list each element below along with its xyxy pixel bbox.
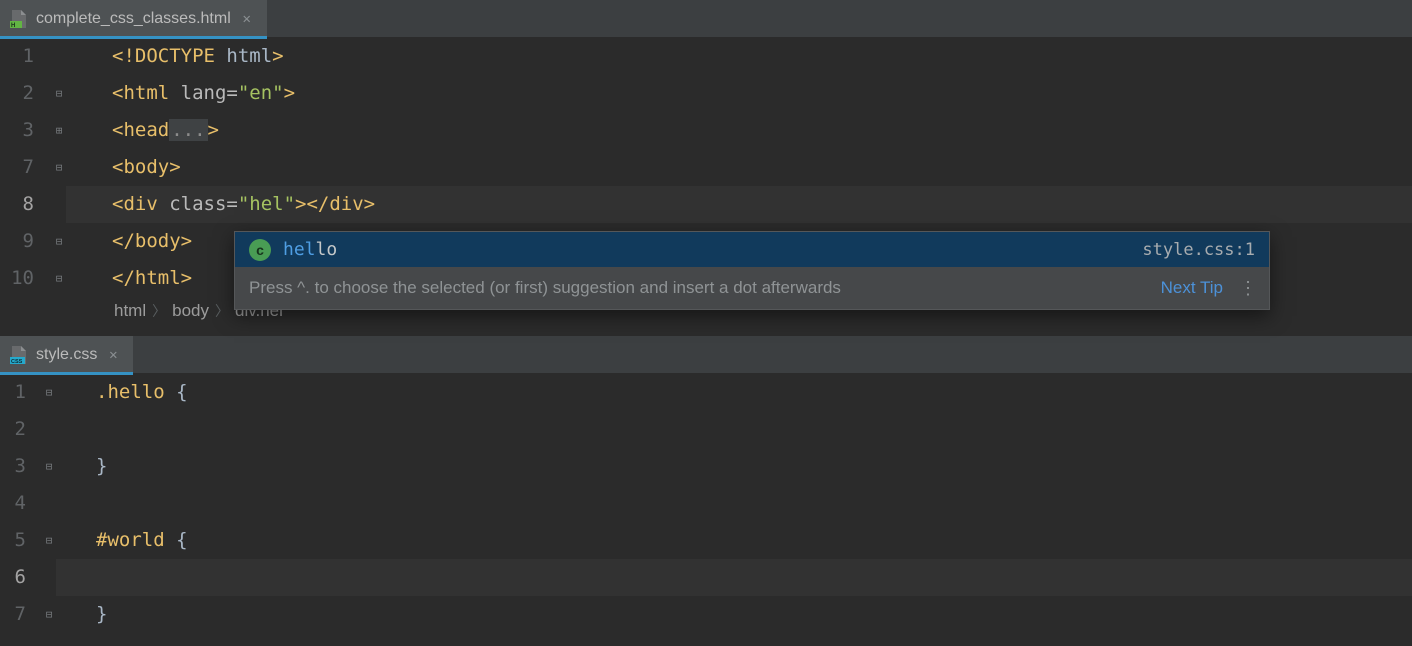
code-token: <body> — [112, 156, 181, 178]
code-token: ></div> — [295, 193, 375, 215]
code-token: <html — [112, 82, 181, 104]
svg-text:H: H — [11, 23, 15, 29]
completion-hint: Press ^. to choose the selected (or firs… — [249, 278, 1145, 298]
code-token: { — [165, 381, 188, 403]
tab-bar-css: CSS style.css ✕ — [0, 336, 1412, 374]
code-token: "hel" — [238, 193, 295, 215]
gutter-css: 1 2 3 4 5 6 7 — [0, 374, 42, 633]
css-file-icon: CSS — [10, 345, 28, 365]
css-editor[interactable]: 1 2 3 4 5 6 7 ⊟ ⊟ ⊟ ⊟ .hello { } #world … — [0, 374, 1412, 633]
line-number: 7 — [0, 596, 26, 633]
fold-toggle-icon[interactable]: ⊟ — [56, 75, 63, 112]
tab-label-css: style.css — [36, 346, 97, 364]
line-number: 8 — [0, 186, 34, 223]
fold-end-icon: ⊟ — [56, 260, 63, 297]
code-token: "en" — [238, 82, 284, 104]
folded-placeholder[interactable]: ... — [169, 119, 207, 141]
code-token: DOCTYPE — [135, 45, 227, 67]
code-token: html — [226, 45, 272, 67]
code-token: lang= — [181, 82, 238, 104]
tab-label-html: complete_css_classes.html — [36, 10, 231, 28]
line-number: 2 — [0, 411, 26, 448]
code-token: </html> — [112, 267, 192, 289]
line-number: 4 — [0, 485, 26, 522]
breadcrumb-body[interactable]: body — [172, 301, 209, 321]
code-token: <div — [112, 193, 169, 215]
tab-css-file[interactable]: CSS style.css ✕ — [0, 336, 133, 373]
code-token: </body> — [112, 230, 192, 252]
completion-location: style.css:1 — [1142, 240, 1255, 260]
close-icon[interactable]: ✕ — [239, 11, 255, 27]
html-file-icon: H — [10, 9, 28, 29]
code-token: > — [284, 82, 295, 104]
next-tip-link[interactable]: Next Tip — [1161, 278, 1223, 298]
line-number: 3 — [0, 448, 26, 485]
line-number: 1 — [0, 374, 26, 411]
code-token: class= — [169, 193, 238, 215]
code-area-css[interactable]: .hello { } #world { } — [56, 374, 1412, 633]
fold-column-css: ⊟ ⊟ ⊟ ⊟ — [42, 374, 56, 633]
close-icon[interactable]: ✕ — [105, 347, 121, 363]
line-number: 9 — [0, 223, 34, 260]
completion-tip-bar: Press ^. to choose the selected (or firs… — [235, 267, 1269, 309]
line-number: 3 — [0, 112, 34, 149]
kebab-menu-icon[interactable]: ⋮ — [1239, 278, 1257, 299]
completion-item[interactable]: c hello style.css:1 — [235, 232, 1269, 267]
code-token: <head — [112, 119, 169, 141]
code-token: } — [96, 455, 107, 477]
tab-bar-html: H complete_css_classes.html ✕ — [0, 0, 1412, 38]
fold-toggle-icon[interactable]: ⊟ — [46, 522, 53, 559]
line-number: 1 — [0, 38, 34, 75]
fold-end-icon: ⊟ — [46, 448, 53, 485]
code-token: <! — [112, 45, 135, 67]
fold-column-html: ⊟ ⊞ ⊟ ⊟ ⊟ — [52, 38, 66, 298]
line-number: 2 — [0, 75, 34, 112]
fold-end-icon: ⊟ — [46, 596, 53, 633]
line-number: 7 — [0, 149, 34, 186]
chevron-right-icon: 〉 — [152, 301, 166, 321]
fold-toggle-icon[interactable]: ⊟ — [56, 149, 63, 186]
fold-toggle-icon[interactable]: ⊟ — [46, 374, 53, 411]
svg-text:CSS: CSS — [11, 359, 23, 365]
css-class-badge-icon: c — [249, 239, 271, 261]
code-token: { — [165, 529, 188, 551]
code-token: } — [96, 603, 107, 625]
gutter-html: 1 2 3 7 8 9 10 — [0, 38, 52, 298]
line-number: 10 — [0, 260, 34, 297]
completion-popup: c hello style.css:1 Press ^. to choose t… — [234, 231, 1270, 310]
tab-html-file[interactable]: H complete_css_classes.html ✕ — [0, 0, 267, 37]
code-token: #world — [96, 529, 165, 551]
fold-end-icon: ⊟ — [56, 223, 63, 260]
line-number: 6 — [0, 559, 26, 596]
fold-toggle-icon[interactable]: ⊞ — [56, 112, 63, 149]
code-token: > — [272, 45, 283, 67]
breadcrumb-html[interactable]: html — [114, 301, 146, 321]
completion-match: hel — [283, 239, 316, 260]
code-token: > — [208, 119, 219, 141]
completion-label: hello — [283, 239, 1142, 260]
completion-rest: lo — [316, 239, 338, 260]
code-token: .hello — [96, 381, 165, 403]
line-number: 5 — [0, 522, 26, 559]
chevron-right-icon: 〉 — [215, 301, 229, 321]
